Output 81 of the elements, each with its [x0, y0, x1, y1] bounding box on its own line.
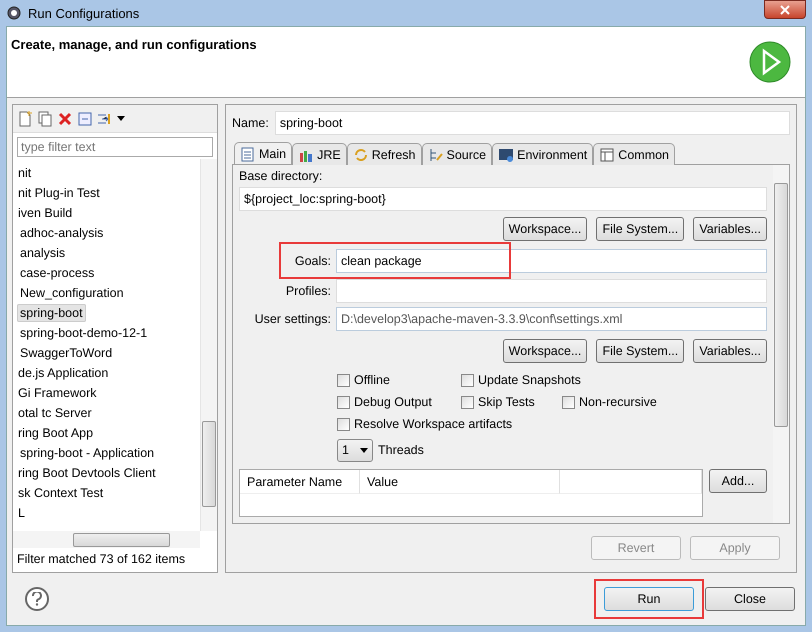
tree-item[interactable]: ring Boot App [15, 424, 96, 442]
base-directory-label: Base directory: [239, 169, 324, 183]
tree-item[interactable]: SwaggerToWord [17, 344, 116, 362]
window-title: Run Configurations [28, 6, 140, 20]
dialog-button[interactable]: Workspace... [502, 339, 588, 363]
caret-icon[interactable] [117, 116, 125, 122]
tree-item[interactable]: otal tc Server [15, 404, 95, 422]
horizontal-scrollbar[interactable] [13, 531, 200, 548]
checkbox-label: Skip Tests [478, 395, 535, 409]
checkbox[interactable] [337, 418, 350, 430]
tree-item[interactable]: iven Build [15, 204, 76, 222]
dialog-button[interactable]: File System... [596, 339, 684, 363]
tab[interactable]: Common [593, 143, 676, 165]
add-button[interactable]: Add... [709, 469, 767, 493]
column-header[interactable]: Value [360, 470, 560, 494]
refresh-icon [352, 146, 369, 162]
help-icon[interactable] [25, 587, 49, 611]
threads-label: Threads [378, 443, 424, 457]
threads-select[interactable]: 1 [337, 438, 373, 462]
scrollbar[interactable] [773, 165, 789, 523]
name-field[interactable]: spring-boot [274, 111, 790, 135]
checkbox-label: Resolve Workspace artifacts [354, 417, 512, 431]
tree-item[interactable]: de.js Application [15, 364, 112, 382]
name-label: Name: [232, 116, 269, 130]
checkbox-label: Update Snapshots [478, 373, 581, 387]
tree-item[interactable]: nit [15, 164, 34, 182]
tab[interactable]: JRE [292, 143, 347, 165]
tab[interactable]: Main [234, 142, 292, 164]
dialog-button[interactable]: Run [604, 587, 694, 611]
profiles-label: Profiles: [284, 284, 331, 298]
document-icon [240, 146, 256, 162]
profiles-field[interactable] [336, 279, 767, 303]
delete-icon [57, 110, 73, 126]
gear-icon [6, 5, 22, 21]
scrollbar[interactable] [200, 159, 217, 531]
filter-field[interactable]: type filter text [17, 137, 213, 157]
dialog-button[interactable]: File System... [596, 217, 684, 241]
filter-status: Filter matched 73 of 162 items [16, 551, 186, 568]
goals-label: Goals: [294, 254, 331, 268]
tree-item[interactable]: analysis [17, 244, 68, 262]
tree-item[interactable]: sk Context Test [15, 484, 106, 502]
dialog-button[interactable]: Variables... [693, 339, 767, 363]
checkbox[interactable] [461, 396, 474, 408]
copy-icon [37, 110, 53, 126]
goals-field[interactable]: clean package [336, 249, 767, 273]
checkbox-label: Non-recursive [579, 395, 657, 409]
tree-item[interactable]: ring Boot Devtools Client [15, 464, 159, 482]
collapse-icon [77, 110, 93, 126]
column-header[interactable]: Parameter Name [240, 470, 360, 494]
tab[interactable]: Environment [492, 143, 594, 165]
header-title: Create, manage, and run configurations [11, 37, 257, 54]
checkbox[interactable] [337, 396, 350, 408]
tree-item[interactable]: New_configuration [17, 284, 127, 302]
checkbox-label: Offline [354, 373, 390, 387]
tree-item[interactable]: Gi Framework [15, 384, 100, 402]
tab[interactable]: Refresh [346, 143, 422, 165]
table-icon [599, 146, 616, 162]
user-settings-label: User settings: [254, 312, 331, 326]
dialog-button[interactable]: Variables... [693, 217, 767, 241]
tree-item[interactable]: L [15, 504, 28, 522]
dialog-button[interactable]: Workspace... [502, 217, 588, 241]
checkbox-label: Debug Output [354, 395, 432, 409]
tree-item[interactable]: spring-boot [17, 304, 86, 322]
source-tree-icon [428, 146, 444, 162]
tree-item[interactable]: spring-boot-demo-12-1 [17, 324, 150, 342]
tree-item[interactable]: nit Plug-in Test [15, 184, 103, 202]
environment-icon [498, 146, 514, 162]
tree-item[interactable]: adhoc-analysis [17, 224, 106, 242]
caret-icon [360, 448, 368, 452]
checkbox[interactable] [461, 374, 474, 386]
close-icon[interactable] [764, 0, 806, 19]
tab[interactable]: Source [422, 143, 492, 165]
run-icon [749, 41, 791, 85]
user-settings-field[interactable]: D:\develop3\apache-maven-3.3.9\conf\settings.xml [336, 307, 767, 331]
checkbox[interactable] [337, 374, 350, 386]
dialog-button[interactable]: Close [705, 587, 795, 611]
tree-item[interactable]: case-process [17, 264, 98, 282]
new-file-icon [17, 110, 33, 126]
base-directory-field[interactable]: ${project_loc:spring-boot} [239, 187, 767, 211]
tree-item[interactable]: spring-boot - Application [17, 444, 158, 462]
checkbox[interactable] [562, 396, 575, 408]
